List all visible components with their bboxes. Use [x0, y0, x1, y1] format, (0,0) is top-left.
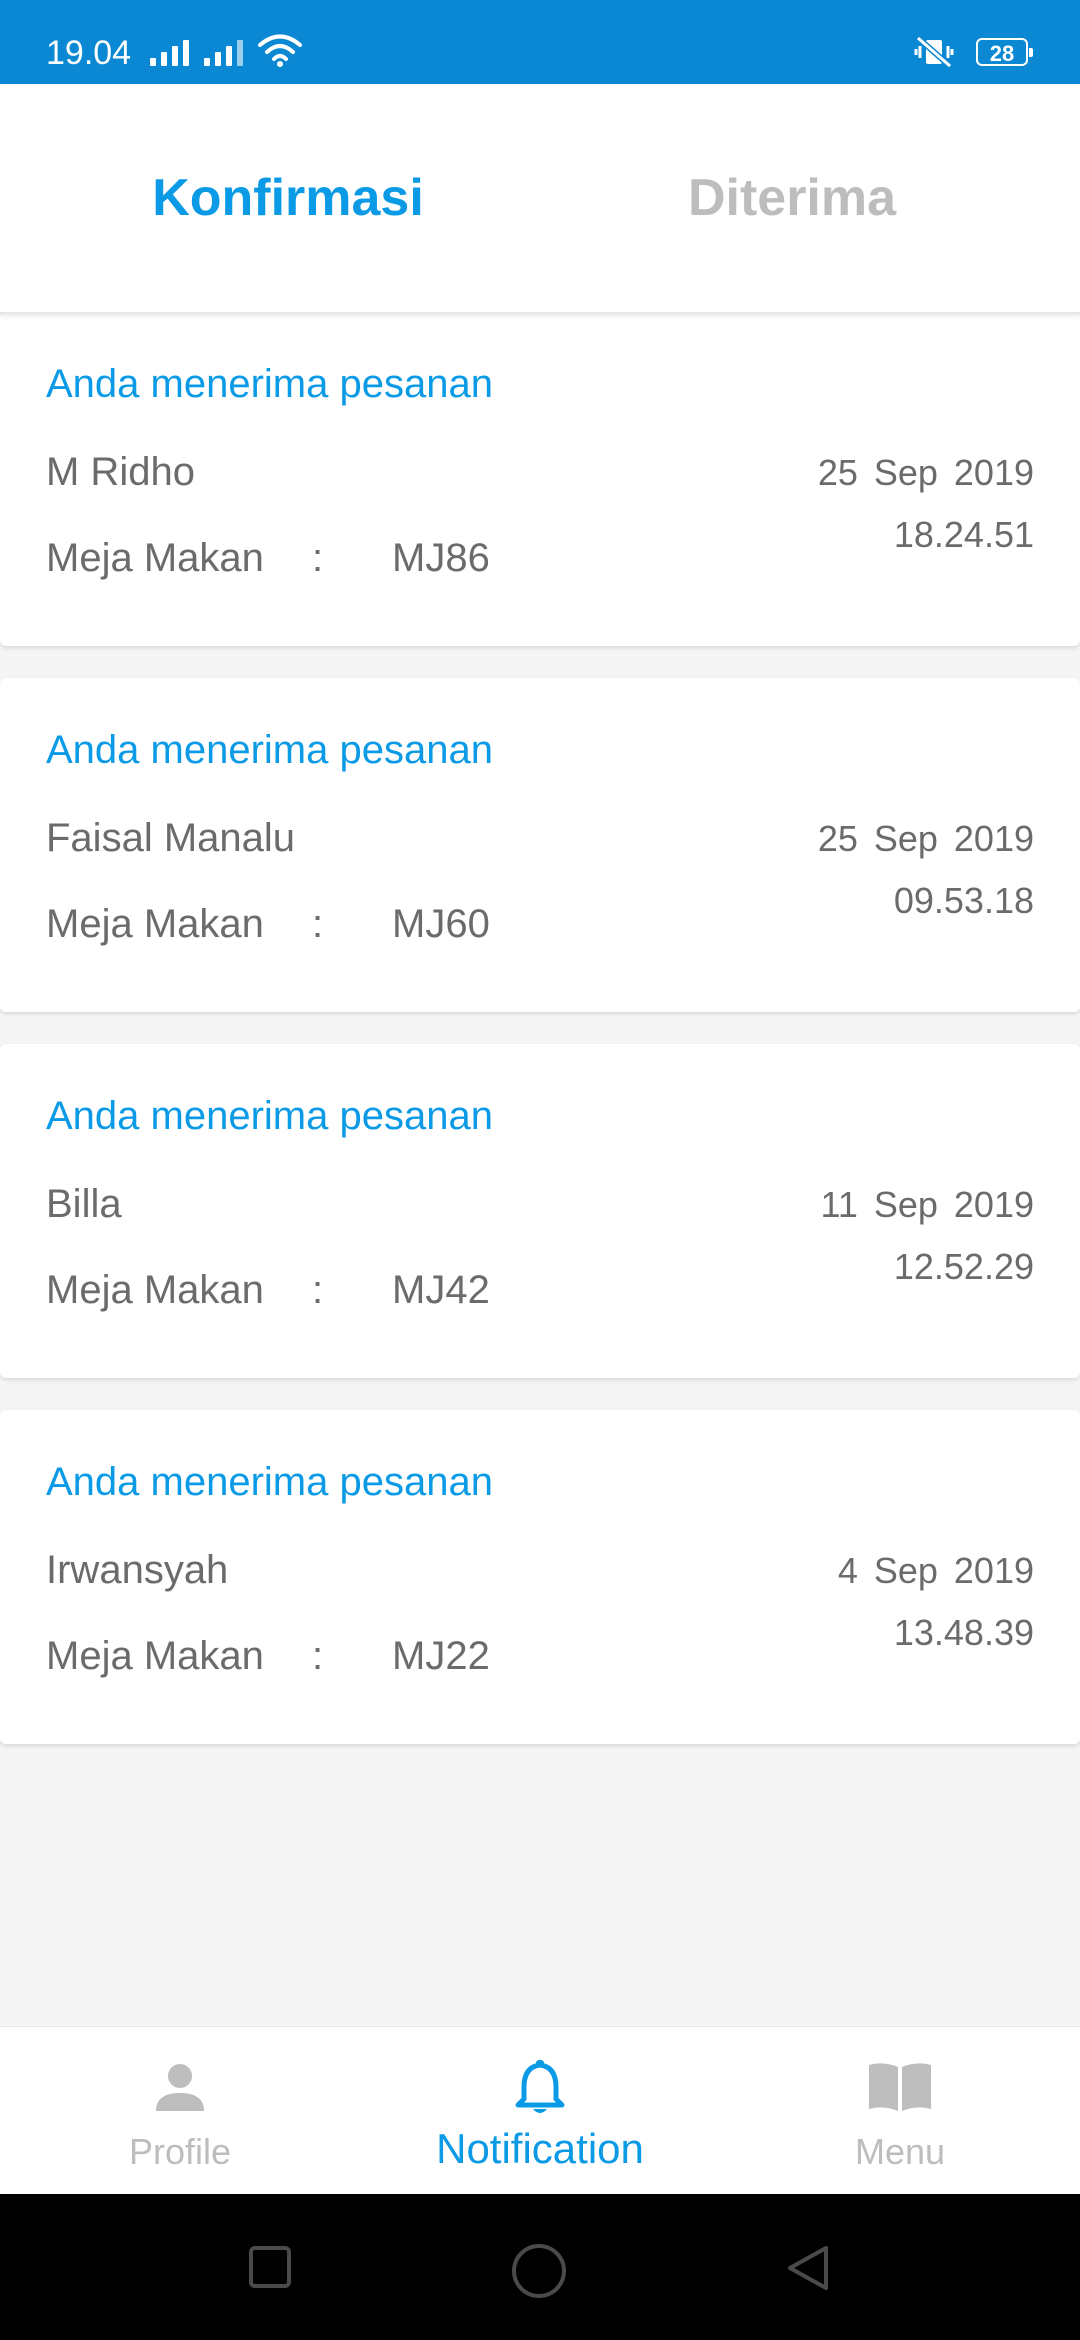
customer-name: Billa	[46, 1182, 122, 1226]
order-time: 13.48.39	[893, 1612, 1034, 1653]
nav-notification[interactable]: Notification	[360, 2027, 720, 2195]
notification-card[interactable]: Anda menerima pesanan Faisal Manalu Meja…	[0, 678, 1080, 1012]
bottom-navigation: Profile Notification Menu	[0, 2026, 1080, 2195]
table-code: MJ60	[392, 902, 490, 946]
status-time: 19.04	[46, 34, 132, 72]
status-bar: 19.04 28	[0, 0, 1080, 84]
tab-diterima[interactable]: Diterima	[522, 84, 1062, 312]
table-label: Meja Makan	[46, 902, 264, 946]
battery-icon: 28	[976, 38, 1033, 66]
signal-icon	[150, 40, 189, 66]
table-colon: :	[312, 902, 324, 946]
customer-name: Irwansyah	[46, 1548, 229, 1592]
nav-label: Menu	[854, 2131, 946, 2172]
home-icon[interactable]	[510, 2242, 568, 2300]
tab-konfirmasi[interactable]: Konfirmasi	[30, 84, 546, 312]
table-label: Meja Makan	[46, 1634, 264, 1678]
order-date: 25 Sep 2019	[817, 452, 1034, 493]
order-time: 09.53.18	[893, 880, 1034, 921]
notification-title: Anda menerima pesanan	[46, 1460, 493, 1504]
table-label: Meja Makan	[46, 536, 264, 580]
order-date: 4 Sep 2019	[837, 1550, 1034, 1591]
notification-title: Anda menerima pesanan	[46, 362, 493, 406]
notification-title: Anda menerima pesanan	[46, 1094, 493, 1138]
notification-card[interactable]: Anda menerima pesanan Irwansyah Meja Mak…	[0, 1410, 1080, 1744]
customer-name: M Ridho	[46, 450, 195, 494]
bell-icon	[515, 2060, 565, 2113]
wifi-icon	[258, 34, 302, 67]
order-time: 18.24.51	[893, 514, 1034, 555]
table-code: MJ22	[392, 1634, 490, 1678]
recent-apps-icon[interactable]	[248, 2242, 292, 2290]
table-colon: :	[312, 1268, 324, 1312]
notification-card[interactable]: Anda menerima pesanan Billa Meja Makan :…	[0, 1044, 1080, 1378]
back-icon[interactable]	[784, 2242, 832, 2294]
order-time: 12.52.29	[893, 1246, 1034, 1287]
tab-label: Diterima	[687, 169, 897, 227]
person-icon	[156, 2064, 204, 2111]
table-code: MJ86	[392, 536, 490, 580]
book-icon	[869, 2063, 931, 2111]
nav-label: Notification	[436, 2125, 644, 2172]
tab-bar: Konfirmasi Diterima	[0, 84, 1080, 312]
table-colon: :	[312, 1634, 324, 1678]
table-colon: :	[312, 536, 324, 580]
vibrate-mute-icon	[914, 35, 954, 68]
system-navigation-bar	[0, 2194, 1080, 2340]
signal-icon	[204, 40, 243, 66]
nav-profile[interactable]: Profile	[0, 2027, 360, 2195]
table-code: MJ42	[392, 1268, 490, 1312]
notification-title: Anda menerima pesanan	[46, 728, 493, 772]
notification-card[interactable]: Anda menerima pesanan M Ridho Meja Makan…	[0, 312, 1080, 646]
nav-label: Profile	[128, 2131, 232, 2172]
battery-level: 28	[989, 41, 1015, 66]
tab-label: Konfirmasi	[152, 169, 424, 227]
nav-menu[interactable]: Menu	[720, 2027, 1080, 2195]
table-label: Meja Makan	[46, 1268, 264, 1312]
order-date: 25 Sep 2019	[817, 818, 1034, 859]
customer-name: Faisal Manalu	[46, 816, 296, 860]
order-date: 11 Sep 2019	[820, 1184, 1034, 1225]
